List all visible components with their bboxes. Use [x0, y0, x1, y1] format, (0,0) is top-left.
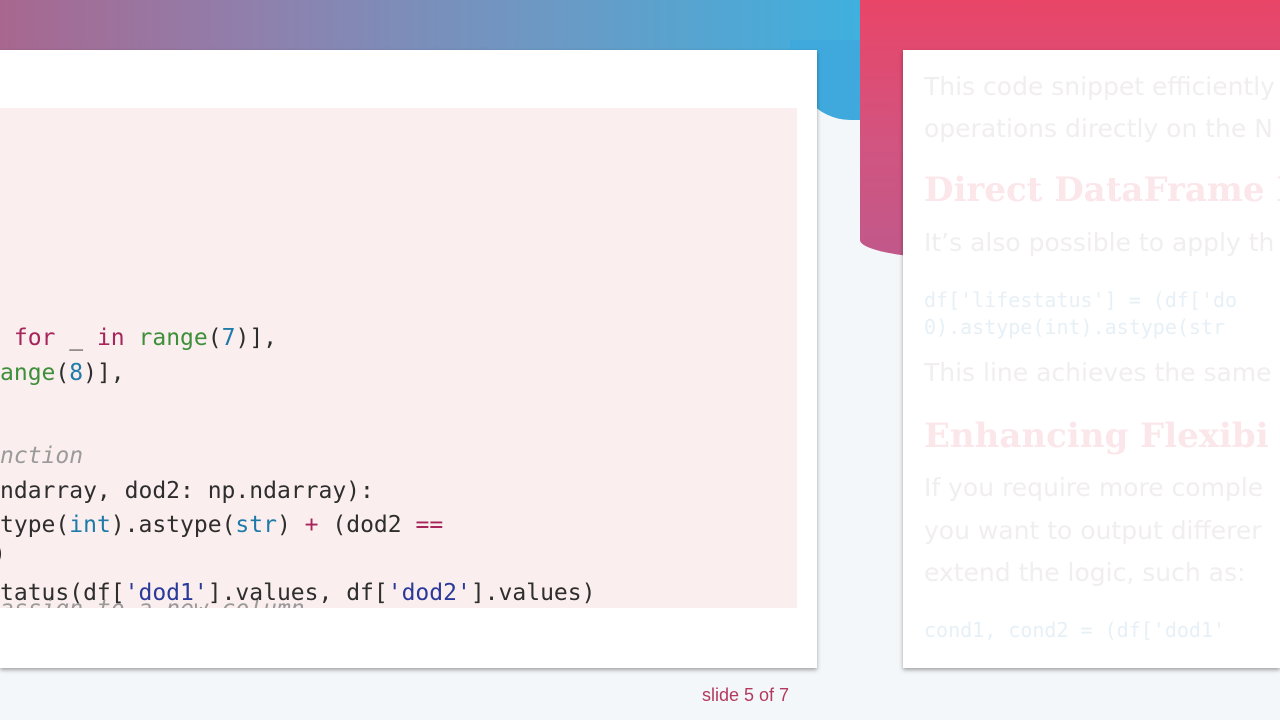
- preview-code-line-1: df['lifestatus'] = (df['do: [924, 288, 1238, 312]
- preview-code-line-3: cond1, cond2 = (df['dod1': [924, 618, 1226, 642]
- code-line-2: ange(8)],: [0, 360, 125, 386]
- preview-paragraph-4-line-2: you want to output differer: [924, 516, 1262, 545]
- next-slide-preview[interactable]: This code snippet efficiently operations…: [903, 50, 1280, 668]
- top-gradient-band: [0, 0, 860, 50]
- preview-code-line-2: 0).astype(int).astype(str: [924, 315, 1226, 339]
- code-line-8: tatus(df['dod1'].values, df['dod2'].valu…: [0, 580, 596, 606]
- code-line-1: for _ in range(7)],: [0, 325, 278, 351]
- current-slide[interactable]: for _ in range(7)], ange(8)], nction nda…: [0, 50, 817, 668]
- code-block: for _ in range(7)], ange(8)], nction nda…: [0, 108, 797, 608]
- preview-paragraph-1-line-1: This code snippet efficiently: [924, 72, 1275, 101]
- preview-heading-1: Direct DataFrame M: [924, 170, 1280, 210]
- preview-heading-2: Enhancing Flexibi: [924, 416, 1269, 456]
- code-line-5: type(int).astype(str) + (dod2 ==: [0, 512, 444, 538]
- preview-paragraph-2: It’s also possible to apply th: [924, 228, 1275, 257]
- preview-paragraph-1-line-2: operations directly on the N: [924, 114, 1273, 143]
- code-line-6: ): [0, 539, 6, 569]
- slide-counter: slide 5 of 7: [702, 685, 790, 705]
- code-comment-1: nction: [0, 443, 84, 469]
- preview-paragraph-4-line-1: If you require more comple: [924, 473, 1264, 502]
- preview-paragraph-4-line-3: extend the logic, such as:: [924, 558, 1246, 587]
- preview-paragraph-3: This line achieves the same: [924, 358, 1272, 387]
- code-line-4: ndarray, dod2: np.ndarray):: [0, 478, 374, 504]
